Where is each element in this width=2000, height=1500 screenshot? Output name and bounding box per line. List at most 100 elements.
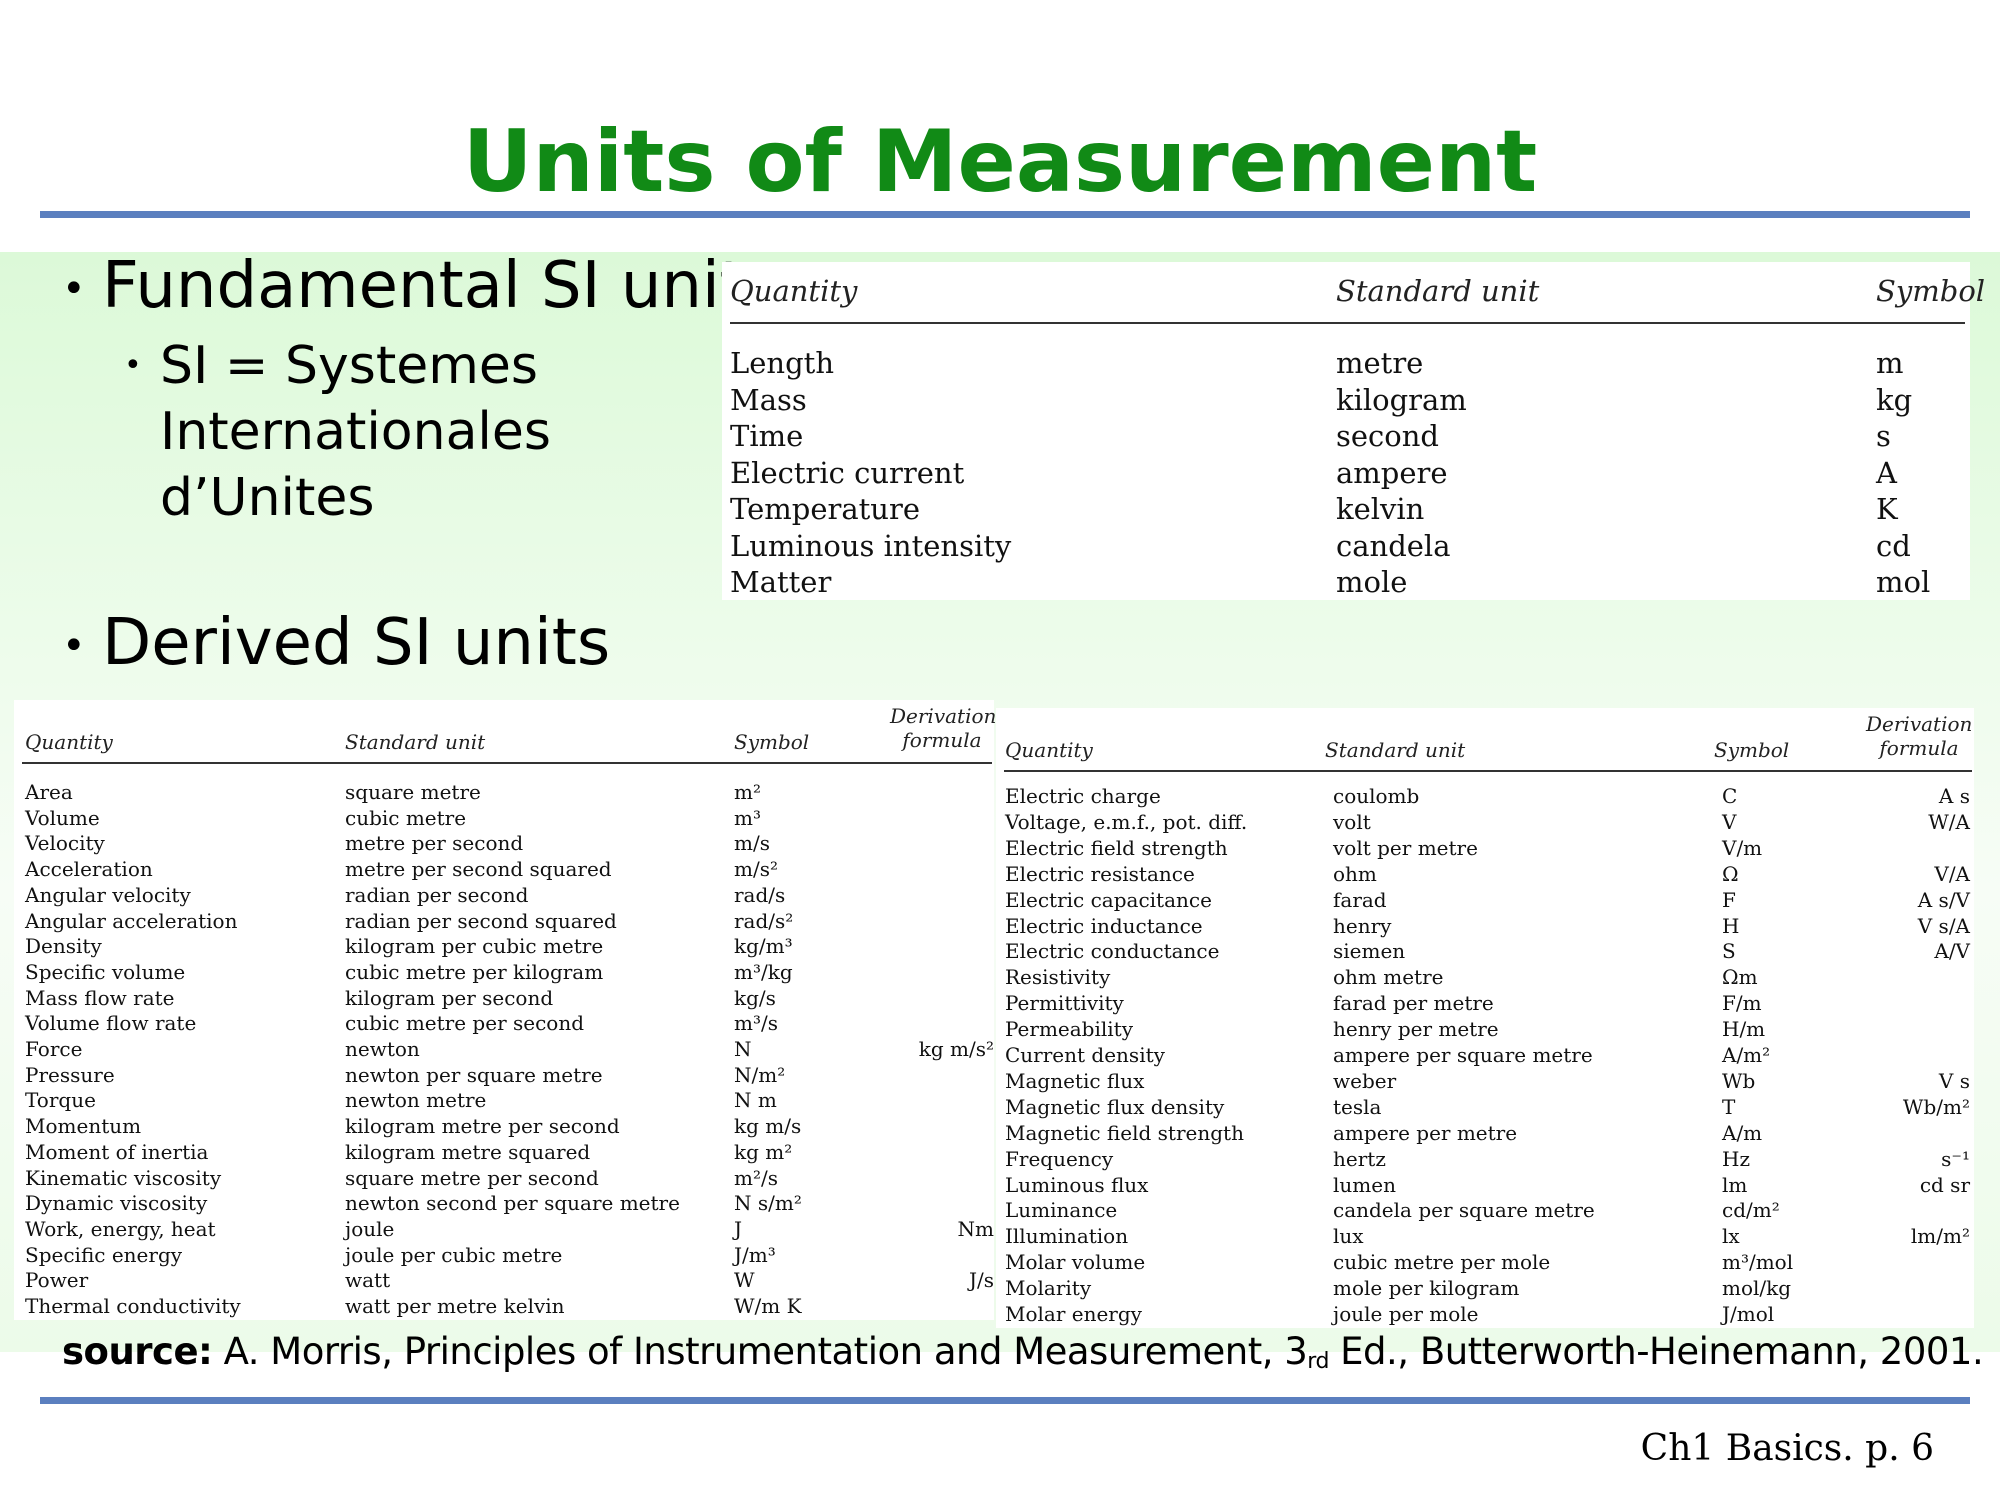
- cell-quantity: Pressure: [25, 1062, 115, 1087]
- cell-unit: coulomb: [1333, 784, 1420, 808]
- cell-quantity: Magnetic flux: [1005, 1068, 1145, 1093]
- cell-quantity: Mass flow rate: [25, 985, 175, 1010]
- derived-units-table-left: Quantity Standard unit Symbol Derivation…: [14, 700, 996, 1320]
- cell-unit: joule: [345, 1216, 395, 1241]
- bullet-dot-icon: •: [62, 623, 86, 670]
- table-row: Angular velocity radian per second rad/s: [14, 883, 994, 909]
- cell-symbol: Ω: [1722, 861, 1739, 886]
- cell-symbol: m³/s: [734, 1011, 778, 1036]
- cell-symbol: A/m: [1722, 1120, 1763, 1145]
- cell-quantity: Angular velocity: [25, 882, 191, 907]
- cell-symbol: rad/s²: [734, 908, 794, 933]
- table-row: Magnetic flux density tesla T Wb/m²: [996, 1095, 1974, 1121]
- slide-title: Units of Measurement: [462, 112, 1538, 212]
- cell-symbol: A: [1876, 455, 1897, 490]
- table-row: Molar volume cubic metre per mole m³/mol: [996, 1250, 1974, 1276]
- cell-quantity: Mass: [730, 382, 807, 417]
- fundamental-units-table: Quantity Standard unit Symbol Length metr…: [722, 262, 1985, 600]
- table-row: Area square metre m²: [14, 780, 994, 806]
- cell-unit: joule per cubic metre: [345, 1242, 563, 1267]
- cell-quantity: Velocity: [25, 831, 105, 856]
- cell-quantity: Force: [25, 1037, 83, 1061]
- cell-unit: square metre: [345, 780, 481, 804]
- cell-unit: kelvin: [1336, 492, 1425, 526]
- header-rule: [1004, 770, 1972, 772]
- cell-unit: kilogram metre squared: [345, 1139, 591, 1164]
- table-row: Electric field strength volt per metre V/m: [996, 836, 1974, 862]
- table-row: Moment of inertia kilogram metre squared k…: [14, 1140, 994, 1166]
- cell-symbol: m: [1876, 346, 1904, 380]
- cell-unit: radian per second squared: [345, 908, 617, 933]
- cell-derivation: A s: [1938, 784, 1970, 808]
- cell-quantity: Torque: [25, 1088, 96, 1113]
- cell-symbol: lx: [1722, 1224, 1740, 1249]
- cell-quantity: Density: [25, 934, 102, 959]
- cell-quantity: Electric current: [730, 455, 965, 490]
- cell-unit: henry: [1333, 913, 1392, 938]
- cell-quantity: Specific energy: [25, 1242, 183, 1267]
- derived-units-table-right: Quantity Standard unit Symbol Derivation…: [996, 708, 1974, 1328]
- cell-quantity: Electric charge: [1005, 784, 1161, 808]
- cell-derivation: s⁻¹: [1941, 1146, 1970, 1171]
- cell-symbol: kg/m³: [734, 934, 793, 959]
- cell-unit: newton metre: [345, 1088, 487, 1113]
- cell-symbol: N m: [734, 1088, 777, 1113]
- cell-quantity: Specific volume: [25, 959, 186, 984]
- cell-unit: farad: [1333, 887, 1387, 912]
- cell-symbol: V/m: [1722, 835, 1763, 860]
- cell-symbol: cd: [1876, 528, 1911, 563]
- cell-quantity: Permittivity: [1005, 991, 1124, 1016]
- sub-bullet-dot-icon: •: [124, 348, 142, 383]
- table-row: Torque newton metre N m: [14, 1088, 994, 1114]
- cell-quantity: Molarity: [1005, 1276, 1092, 1301]
- table-row: Specific energy joule per cubic metre J/m³: [14, 1243, 994, 1269]
- table-row: Temperature kelvin K: [722, 492, 1970, 528]
- cell-unit: kilogram metre per second: [345, 1114, 620, 1139]
- cell-quantity: Moment of inertia: [25, 1139, 209, 1164]
- table-row: Kinematic viscosity square metre per seco…: [14, 1166, 994, 1192]
- cell-quantity: Power: [25, 1268, 89, 1293]
- cell-symbol: F/m: [1722, 991, 1762, 1016]
- cell-symbol: C: [1722, 784, 1738, 808]
- cell-unit: tesla: [1333, 1094, 1382, 1119]
- cell-symbol: N/m²: [734, 1062, 786, 1087]
- cell-symbol: s: [1876, 419, 1891, 453]
- cell-unit: ohm metre: [1333, 965, 1444, 990]
- source-ordinal: rd: [1307, 1349, 1329, 1374]
- cell-quantity: Angular acceleration: [25, 908, 238, 933]
- cell-derivation: Nm: [957, 1216, 994, 1241]
- cell-unit: newton second per square metre: [345, 1191, 680, 1216]
- cell-quantity: Resistivity: [1005, 965, 1111, 990]
- cell-symbol: H: [1722, 913, 1740, 938]
- source-text: A. Morris, Principles of Instrumentation…: [223, 1330, 1308, 1373]
- table-row: Momentum kilogram metre per second kg m/s: [14, 1114, 994, 1140]
- cell-symbol: m²/s: [734, 1165, 778, 1190]
- column-header-symbol: Symbol: [1714, 738, 1790, 762]
- cell-symbol: Wb: [1722, 1068, 1756, 1093]
- table-row: Pressure newton per square metre N/m²: [14, 1063, 994, 1089]
- column-header-symbol: Symbol: [734, 730, 810, 754]
- table-row: Molarity mole per kilogram mol/kg: [996, 1276, 1974, 1302]
- cell-quantity: Current density: [1005, 1043, 1165, 1067]
- cell-unit: hertz: [1333, 1146, 1386, 1171]
- cell-symbol: T: [1722, 1094, 1736, 1119]
- column-header-unit: Standard unit: [345, 730, 486, 754]
- bullet-dot-icon: •: [62, 266, 86, 313]
- cell-symbol: A/m²: [1722, 1043, 1771, 1067]
- header-rule: [22, 762, 992, 764]
- cell-quantity: Length: [730, 346, 834, 380]
- cell-quantity: Luminance: [1005, 1198, 1118, 1223]
- cell-unit: siemen: [1333, 939, 1406, 964]
- table-row: Electric inductance henry H V s/A: [996, 914, 1974, 940]
- table-row: Thermal conductivity watt per metre kelvi…: [14, 1294, 994, 1320]
- cell-symbol: Hz: [1722, 1146, 1750, 1171]
- cell-symbol: kg/s: [734, 985, 776, 1010]
- table-row: Molar energy joule per mole J/mol: [996, 1302, 1974, 1328]
- cell-unit: weber: [1333, 1068, 1397, 1093]
- si-definition-line: Internationales: [160, 402, 551, 462]
- table-row: Specific volume cubic metre per kilogram m…: [14, 960, 994, 986]
- table-row: Acceleration metre per second squared m/s²: [14, 857, 994, 883]
- table-row: Luminous flux lumen lm cd sr: [996, 1173, 1974, 1199]
- table-row: Magnetic flux weber Wb V s: [996, 1069, 1974, 1095]
- cell-unit: kilogram per second: [345, 985, 554, 1010]
